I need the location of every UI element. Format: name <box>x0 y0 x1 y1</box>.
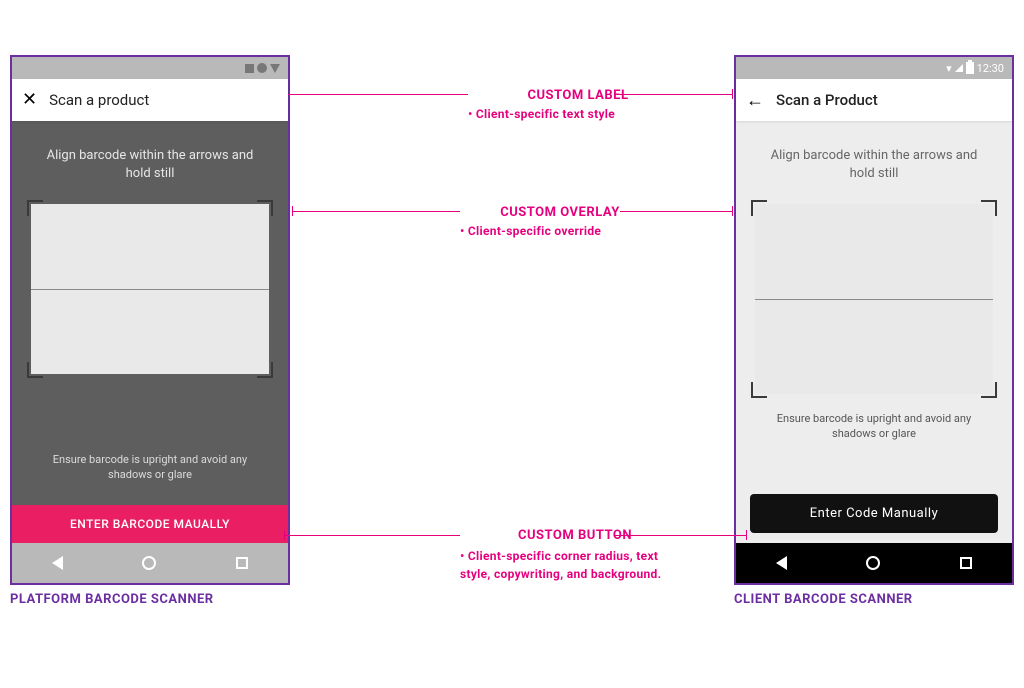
enter-manually-button[interactable]: Enter Code Manually <box>750 494 998 533</box>
battery-icon <box>966 62 974 74</box>
instruction-top: Align barcode within the arrows and hold… <box>40 147 260 182</box>
app-bar: ✕ Scan a product <box>12 79 288 121</box>
annotation-cap <box>732 206 733 216</box>
recents-nav-icon[interactable] <box>960 557 972 569</box>
status-icons: ▾ 12:30 <box>946 62 1004 75</box>
instruction-bottom: Ensure barcode is upright and avoid any … <box>40 453 260 483</box>
annotation-custom-overlay: CUSTOM OVERLAY Client-specific override <box>460 205 660 238</box>
annotation-cap <box>732 89 733 99</box>
page-title: Scan a product <box>49 91 149 109</box>
annotation-custom-label: CUSTOM LABEL Client-specific text style <box>468 88 688 121</box>
enter-manually-button[interactable]: ENTER BARCODE MAUALLY <box>12 505 288 543</box>
caption-left: PLATFORM BARCODE SCANNER <box>10 592 214 607</box>
page-title: Scan a Product <box>776 91 878 109</box>
close-icon[interactable]: ✕ <box>22 91 37 109</box>
annotation-cap <box>746 530 747 540</box>
clock: 12:30 <box>977 62 1004 75</box>
client-phone-mock: ▾ 12:30 ← Scan a Product Align barcode w… <box>734 55 1014 585</box>
app-bar: ← Scan a Product <box>736 79 1012 121</box>
status-bar <box>12 57 288 79</box>
status-bar: ▾ 12:30 <box>736 57 1012 79</box>
annotation-custom-button: CUSTOM BUTTON Client-specific corner rad… <box>460 528 690 583</box>
home-nav-icon[interactable] <box>866 556 880 570</box>
signal-icon <box>955 64 963 72</box>
android-navbar <box>12 543 288 583</box>
back-nav-icon[interactable] <box>776 556 787 570</box>
back-nav-icon[interactable] <box>52 556 63 570</box>
caption-right: CLIENT BARCODE SCANNER <box>734 592 913 607</box>
instruction-top: Align barcode within the arrows and hold… <box>764 147 984 182</box>
recents-nav-icon[interactable] <box>236 557 248 569</box>
annotation-line <box>292 211 460 212</box>
scanner-overlay: Align barcode within the arrows and hold… <box>12 121 288 505</box>
annotation-cap <box>284 530 285 540</box>
status-icons <box>245 63 280 73</box>
instruction-bottom: Ensure barcode is upright and avoid any … <box>764 412 984 442</box>
annotation-line <box>284 535 460 536</box>
android-navbar <box>736 543 1012 583</box>
platform-phone-mock: ✕ Scan a product Align barcode within th… <box>10 55 290 585</box>
scanner-overlay: Align barcode within the arrows and hold… <box>736 121 1012 482</box>
back-arrow-icon[interactable]: ← <box>746 90 764 111</box>
home-nav-icon[interactable] <box>142 556 156 570</box>
scan-frame <box>31 204 269 374</box>
annotation-cap <box>292 206 293 216</box>
scan-frame <box>755 204 993 394</box>
